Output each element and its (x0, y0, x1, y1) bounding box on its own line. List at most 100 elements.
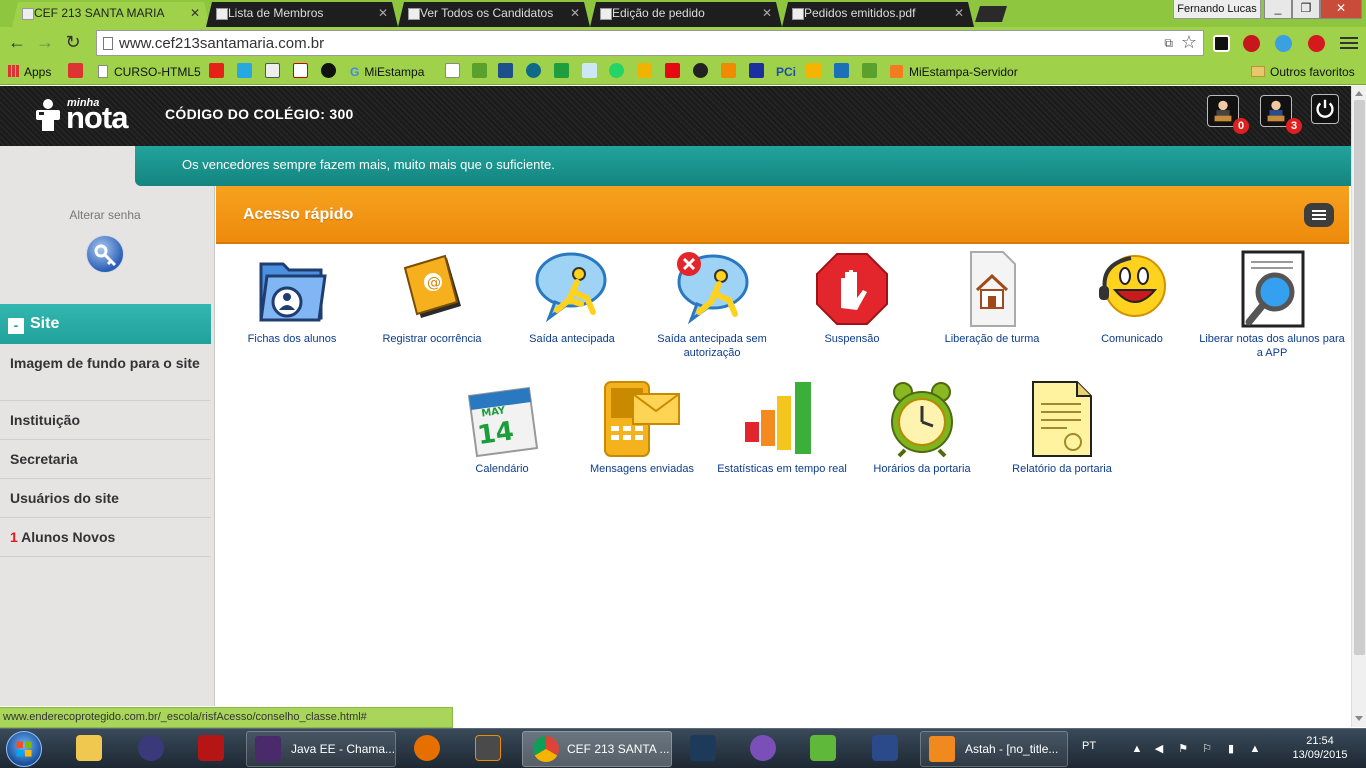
tab-cef-213[interactable]: CEF 213 SANTA MARIA ✕ (12, 2, 210, 27)
tile-saida-antecipada[interactable]: Saída antecipada (497, 250, 647, 346)
tile-liberacao-turma[interactable]: Liberação de turma (917, 250, 1067, 346)
tab-close-icon[interactable]: ✕ (190, 2, 200, 25)
evernote-icon[interactable] (810, 735, 836, 761)
translate-icon[interactable]: ⧉ (1164, 36, 1173, 51)
whatsapp-icon[interactable] (609, 63, 624, 78)
bookmark-favicon-icon[interactable] (265, 63, 280, 78)
w3-icon[interactable] (862, 63, 877, 78)
tile-relatorio-portaria[interactable]: Relatório da portaria (987, 380, 1137, 476)
page-icon[interactable] (445, 63, 460, 78)
bookmark-favicon-icon[interactable] (637, 63, 652, 78)
bookmark-miestampa-servidor[interactable]: MiEstampa-Servidor (890, 64, 1018, 80)
tile-fichas-alunos[interactable]: Fichas dos alunos (217, 250, 367, 346)
record-extension-icon[interactable] (1308, 35, 1325, 52)
reload-icon[interactable]: ↻ (62, 31, 84, 53)
show-hidden-icons-icon[interactable]: ▲ (1130, 742, 1144, 756)
bookmark-favicon-icon[interactable] (721, 63, 736, 78)
tab-close-icon[interactable]: ✕ (954, 2, 964, 25)
bookmark-curso-html5[interactable]: CURSO-HTML5 (98, 64, 201, 80)
tab-pedidos-pdf[interactable]: Pedidos emitidos.pdf ✕ (782, 2, 974, 27)
change-password-link[interactable]: Alterar senha (0, 208, 210, 222)
network-tool-icon[interactable] (872, 735, 898, 761)
eclipse-icon[interactable] (138, 735, 164, 761)
windows-flag-icon[interactable]: ⚑ (1176, 742, 1190, 756)
bookmark-favicon-icon[interactable] (526, 63, 541, 78)
bookmark-apps[interactable]: Apps (8, 64, 51, 80)
tab-lista-membros[interactable]: Lista de Membros ✕ (206, 2, 398, 27)
viber-icon[interactable] (750, 735, 776, 761)
bookmark-star-icon[interactable]: ☆ (1181, 32, 1197, 53)
scroll-thumb[interactable] (1354, 100, 1365, 655)
tab-close-icon[interactable]: ✕ (378, 2, 388, 25)
chrome-menu-icon[interactable] (1340, 37, 1358, 51)
forward-arrow-icon[interactable]: → (34, 31, 56, 53)
sidebar-item-background-image[interactable]: Imagem de fundo para o site (0, 354, 211, 401)
tile-horarios-portaria[interactable]: Horários da portaria (847, 380, 997, 476)
page-info-icon[interactable] (103, 37, 113, 50)
bookmark-favicon-icon[interactable] (834, 63, 849, 78)
battery-icon[interactable]: ▮ (1224, 742, 1238, 756)
page-scrollbar[interactable] (1351, 86, 1366, 727)
back-arrow-icon[interactable]: ← (6, 31, 28, 53)
start-button[interactable] (6, 731, 42, 767)
bookmark-favicon-icon[interactable] (554, 63, 569, 78)
extension-icon[interactable] (1213, 35, 1230, 52)
bookmark-favicon-icon[interactable] (806, 63, 821, 78)
tile-liberar-notas[interactable]: Liberar notas dos alunos para a APP (1197, 250, 1347, 360)
mysql-icon[interactable] (690, 735, 716, 761)
tile-saida-sem-autorizacao[interactable]: Saída antecipada sem autorização (637, 250, 787, 360)
adobe-icon[interactable] (293, 63, 308, 78)
close-window-button[interactable]: ✕ (1320, 0, 1362, 19)
taskbar-chrome[interactable]: CEF 213 SANTA ... (522, 731, 672, 767)
bookmark-miestampa[interactable]: G MiEstampa (350, 64, 424, 80)
bookmark-favicon-icon[interactable] (237, 63, 252, 78)
collapse-minus-icon[interactable]: - (8, 318, 24, 334)
firefox-icon[interactable] (414, 735, 440, 761)
bookmark-favicon-icon[interactable] (68, 63, 83, 78)
sidebar-item-usuarios[interactable]: Usuários do site (0, 479, 211, 518)
tab-edicao-pedido[interactable]: Edição de pedido ✕ (590, 2, 782, 27)
logout-button[interactable] (1311, 94, 1339, 124)
tile-registrar-ocorrencia[interactable]: @ Registrar ocorrência (357, 250, 507, 346)
tile-comunicado[interactable]: Comunicado (1057, 250, 1207, 346)
filezilla-icon[interactable] (198, 735, 224, 761)
key-icon[interactable] (86, 235, 124, 273)
bookmark-pci[interactable]: PCi (776, 64, 796, 80)
profile-button[interactable]: Fernando Lucas (1173, 0, 1261, 19)
sync-extension-icon[interactable] (1275, 35, 1292, 52)
action-center-icon[interactable]: ⚐ (1200, 742, 1214, 756)
volume-icon[interactable]: ◀ (1152, 742, 1166, 756)
netflix-icon[interactable] (665, 63, 680, 78)
sidebar-item-instituicao[interactable]: Instituição (0, 401, 211, 440)
youtube-icon[interactable] (209, 63, 224, 78)
bookmark-favicon-icon[interactable] (582, 63, 597, 78)
taskbar-astah[interactable]: Astah - [no_title... (920, 731, 1068, 767)
tile-estatisticas[interactable]: Estatísticas em tempo real (707, 380, 857, 476)
bookmark-favicon-icon[interactable] (693, 63, 708, 78)
sidebar-item-secretaria[interactable]: Secretaria (0, 440, 211, 479)
tab-close-icon[interactable]: ✕ (570, 2, 580, 25)
system-clock[interactable]: 21:54 13/09/2015 (1285, 734, 1355, 762)
scroll-up-arrow-icon[interactable] (1355, 91, 1363, 96)
site-section-header[interactable]: - Site (0, 304, 211, 344)
new-tab-button[interactable] (975, 6, 1007, 22)
bookmark-outros-favoritos[interactable]: Outros favoritos (1251, 64, 1355, 80)
scroll-down-arrow-icon[interactable] (1355, 716, 1363, 721)
sidebar-item-alunos-novos[interactable]: 1 Alunos Novos (0, 518, 211, 557)
input-language[interactable]: PT (1082, 740, 1096, 752)
bookmark-favicon-icon[interactable] (498, 63, 513, 78)
address-bar[interactable]: www.cef213santamaria.com.br ⧉ ☆ (96, 30, 1204, 56)
taskbar-java-ee[interactable]: Java EE - Chama... (246, 731, 396, 767)
adblock-icon[interactable] (1243, 35, 1260, 52)
quick-access-menu-button[interactable] (1304, 203, 1334, 227)
tile-suspensao[interactable]: Suspensão (777, 250, 927, 346)
sublime-text-icon[interactable] (475, 735, 501, 761)
bookmark-favicon-icon[interactable] (749, 63, 764, 78)
tile-calendario[interactable]: MAY 14 Calendário (427, 380, 577, 476)
maximize-window-button[interactable]: ❐ (1292, 0, 1320, 19)
tab-close-icon[interactable]: ✕ (762, 2, 772, 25)
bookmark-favicon-icon[interactable] (321, 63, 336, 78)
tab-ver-candidatos[interactable]: Ver Todos os Candidatos ✕ (398, 2, 590, 27)
tile-mensagens-enviadas[interactable]: Mensagens enviadas (567, 380, 717, 476)
minimize-window-button[interactable]: _ (1264, 0, 1292, 19)
